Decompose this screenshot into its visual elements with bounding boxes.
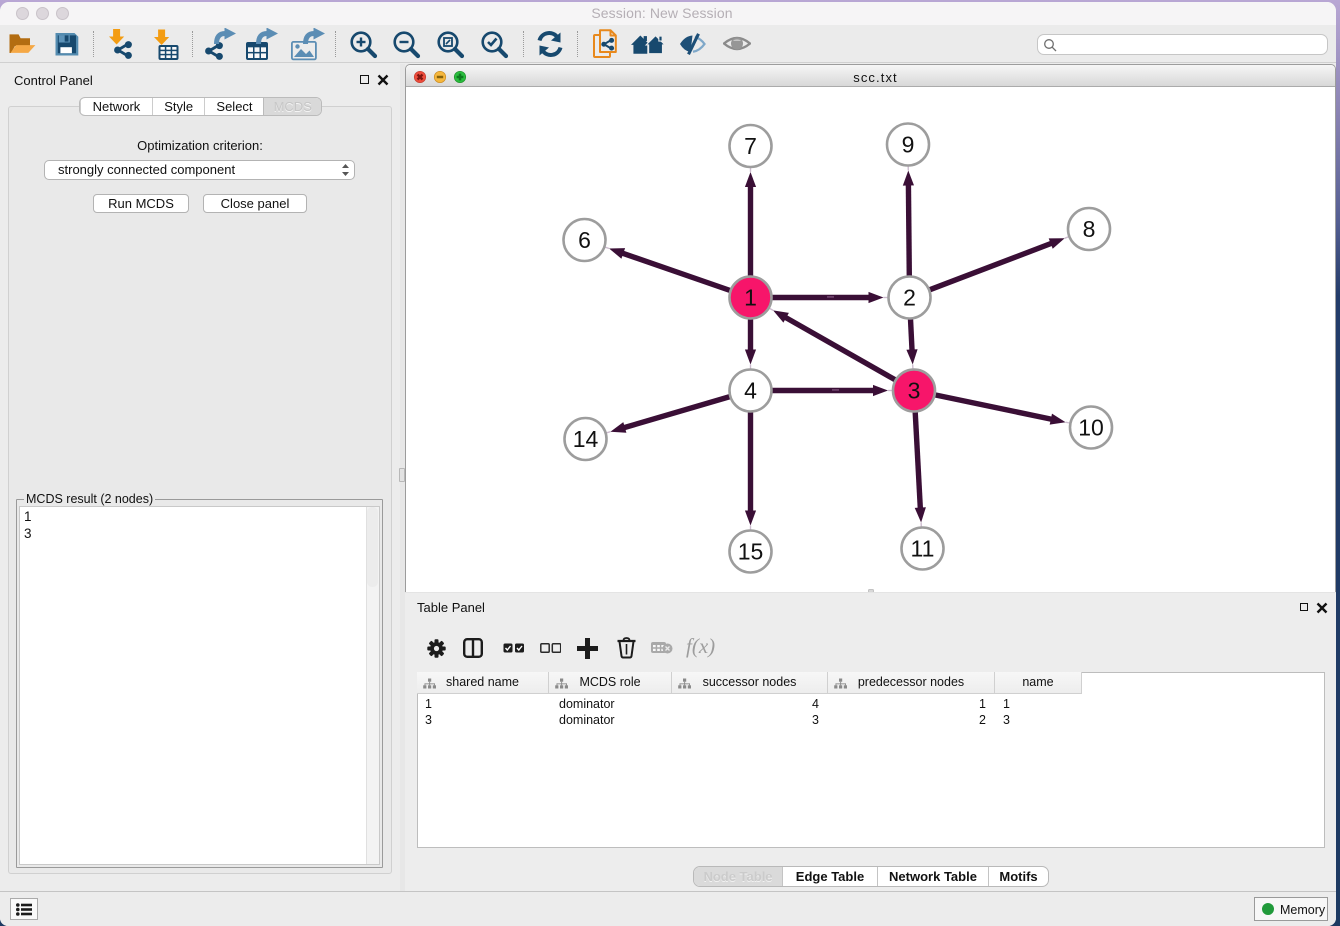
svg-text:2: 2: [903, 285, 916, 311]
svg-text:10: 10: [1078, 415, 1104, 441]
svg-text:8: 8: [1083, 216, 1096, 242]
svg-text:6: 6: [578, 227, 591, 253]
svg-text:14: 14: [573, 426, 599, 452]
svg-text:4: 4: [744, 378, 757, 404]
svg-text:7: 7: [744, 133, 757, 159]
svg-text:9: 9: [902, 132, 915, 158]
svg-text:1: 1: [744, 285, 757, 311]
svg-text:15: 15: [738, 539, 764, 565]
svg-text:11: 11: [911, 536, 935, 562]
svg-text:3: 3: [908, 378, 921, 404]
